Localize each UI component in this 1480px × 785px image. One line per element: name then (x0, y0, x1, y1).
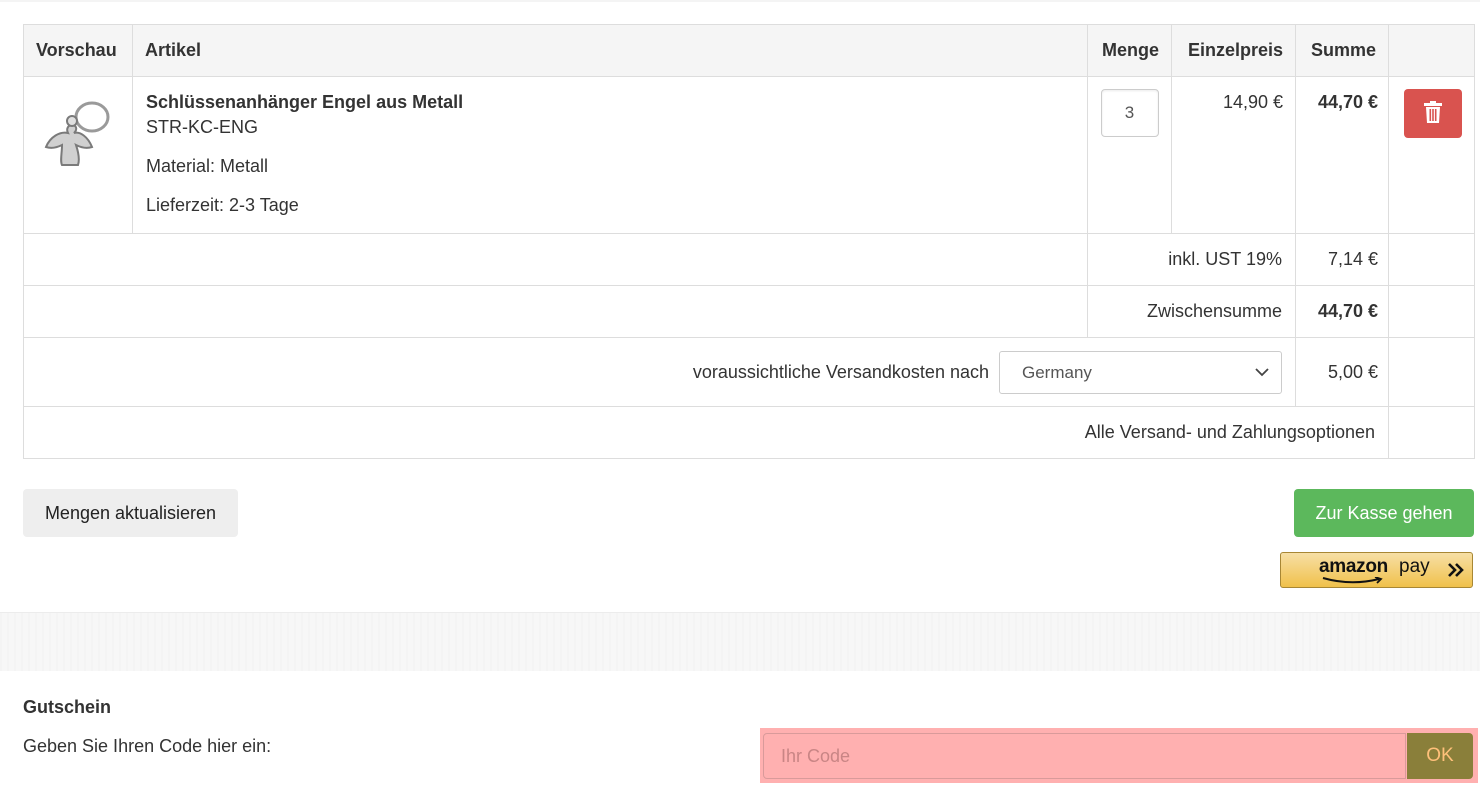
cart-table: Vorschau Artikel Menge Einzelpreis Summe (23, 24, 1475, 459)
angel-keychain-icon[interactable] (42, 95, 114, 171)
item-total-cell: 44,70 € (1295, 76, 1389, 234)
amazon-logo-text: amazon (1319, 556, 1388, 577)
cart-item-row: Schlüssenanhänger Engel aus Metall STR-K… (23, 76, 1475, 234)
tax-row: inkl. UST 19% 7,14 € (23, 233, 1475, 286)
coupon-title: Gutschein (23, 697, 112, 717)
item-material: Material: Metall (146, 156, 269, 176)
tax-label: inkl. UST 19% (1087, 233, 1296, 286)
amazon-smile-icon (1322, 577, 1383, 584)
section-divider-band (0, 612, 1480, 671)
country-select-value: Germany (1022, 362, 1092, 382)
shipping-cell: voraussichtliche Versandkosten nach Germa… (23, 337, 1296, 407)
header-total: Summe (1295, 24, 1389, 77)
shipping-value: 5,00 € (1295, 337, 1389, 407)
quantity-input[interactable]: 3 (1100, 89, 1159, 137)
subtotal-value: 44,70 € (1295, 285, 1389, 338)
coupon-description: Geben Sie Ihren Code hier ein: (23, 736, 272, 756)
shipping-row: voraussichtliche Versandkosten nach Germa… (23, 337, 1475, 407)
amazon-pay-text: pay (1399, 556, 1430, 577)
item-unit-price: 14,90 € (1222, 92, 1283, 112)
country-select[interactable]: Germany (999, 350, 1282, 394)
double-chevron-right-icon (1448, 563, 1464, 577)
item-delivery-time: Lieferzeit: 2-3 Tage (146, 195, 299, 215)
item-delete-cell (1388, 76, 1475, 234)
item-thumbnail-cell (23, 76, 133, 234)
coupon-ok-button[interactable]: OK (1407, 733, 1473, 779)
delete-item-button[interactable] (1403, 89, 1462, 138)
header-actions (1388, 24, 1475, 77)
amazon-pay-button[interactable]: amazon pay (1280, 552, 1473, 588)
top-divider (0, 0, 1480, 2)
cart-header-row: Vorschau Artikel Menge Einzelpreis Summe (23, 24, 1475, 77)
item-unit-price-cell: 14,90 € (1171, 76, 1296, 234)
update-quantities-button[interactable]: Mengen aktualisieren (23, 489, 238, 537)
trash-icon (1423, 101, 1442, 123)
chevron-down-icon (1255, 367, 1269, 376)
options-row: Alle Versand- und Zahlungsoptionen (23, 406, 1475, 459)
item-total: 44,70 € (1317, 92, 1378, 112)
header-unit-price: Einzelpreis (1171, 24, 1296, 77)
item-quantity-cell: 3 (1087, 76, 1172, 234)
subtotal-row: Zwischensumme 44,70 € (23, 285, 1475, 338)
shipping-label: voraussichtliche Versandkosten nach (692, 361, 989, 382)
header-quantity: Menge (1087, 24, 1172, 77)
item-name[interactable]: Schlüssenanhänger Engel aus Metall (146, 91, 1075, 116)
shipping-payment-options-link[interactable]: Alle Versand- und Zahlungsoptionen (23, 406, 1389, 459)
item-sku: STR-KC-ENG (146, 117, 258, 137)
header-article: Artikel (132, 24, 1088, 77)
coupon-form: Ihr Code OK (760, 728, 1478, 783)
header-preview: Vorschau (23, 24, 133, 77)
subtotal-label: Zwischensumme (1087, 285, 1296, 338)
coupon-code-input[interactable]: Ihr Code (763, 733, 1406, 779)
tax-value: 7,14 € (1295, 233, 1389, 286)
item-article-cell: Schlüssenanhänger Engel aus Metall STR-K… (132, 76, 1088, 234)
checkout-button[interactable]: Zur Kasse gehen (1294, 489, 1474, 537)
